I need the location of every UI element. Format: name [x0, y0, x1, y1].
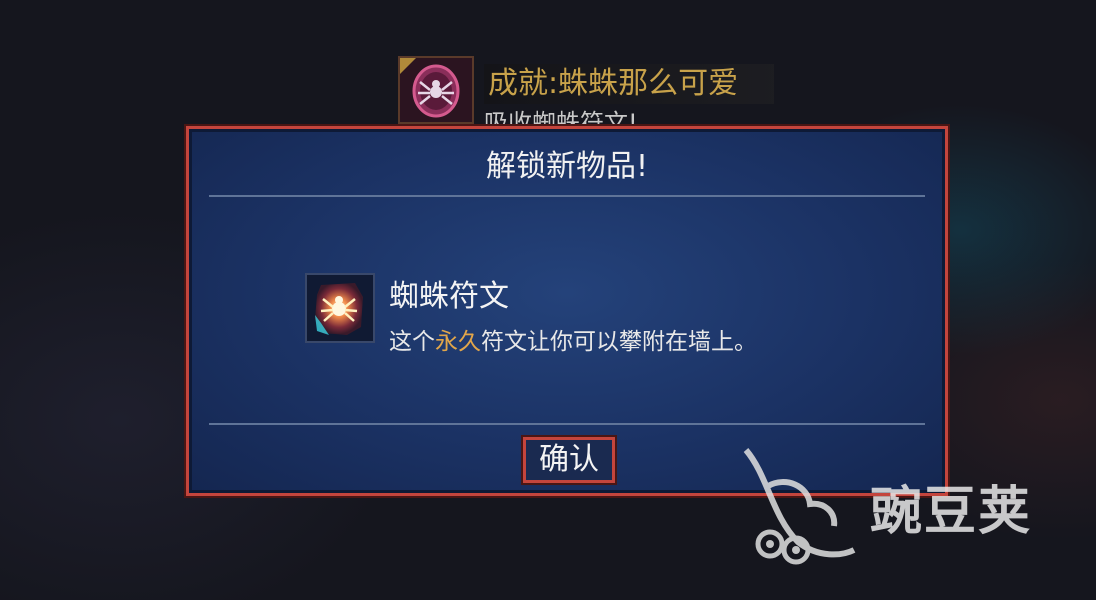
dialog-title: 解锁新物品!: [485, 149, 649, 184]
item-name: 蜘蛛符文: [389, 279, 509, 314]
confirm-button[interactable]: 确认: [521, 435, 617, 485]
item-description: 这个永久符文让你可以攀附在墙上。: [389, 327, 757, 357]
description-suffix: 符文让你可以攀附在墙上。: [481, 329, 757, 355]
achievement-title: 成就:蛛蛛那么可爱: [484, 64, 774, 104]
divider: [209, 195, 925, 197]
watermark-text: 豌豆荚: [870, 482, 1033, 542]
spider-badge-icon: [398, 56, 474, 124]
divider: [209, 423, 925, 425]
achievement-toast: 成就:蛛蛛那么可爱 吸收蜘蛛符文!: [398, 56, 774, 130]
unlock-dialog: 解锁新物品! 蜘蛛符文 这个永久符文让你可以攀附在墙上。 确认: [184, 124, 950, 498]
wandoujia-logo-icon: [743, 448, 856, 565]
description-highlight: 永久: [435, 329, 481, 355]
spider-rune-icon: [305, 273, 375, 343]
watermark: 豌豆荚: [738, 446, 1068, 566]
description-prefix: 这个: [389, 329, 435, 355]
